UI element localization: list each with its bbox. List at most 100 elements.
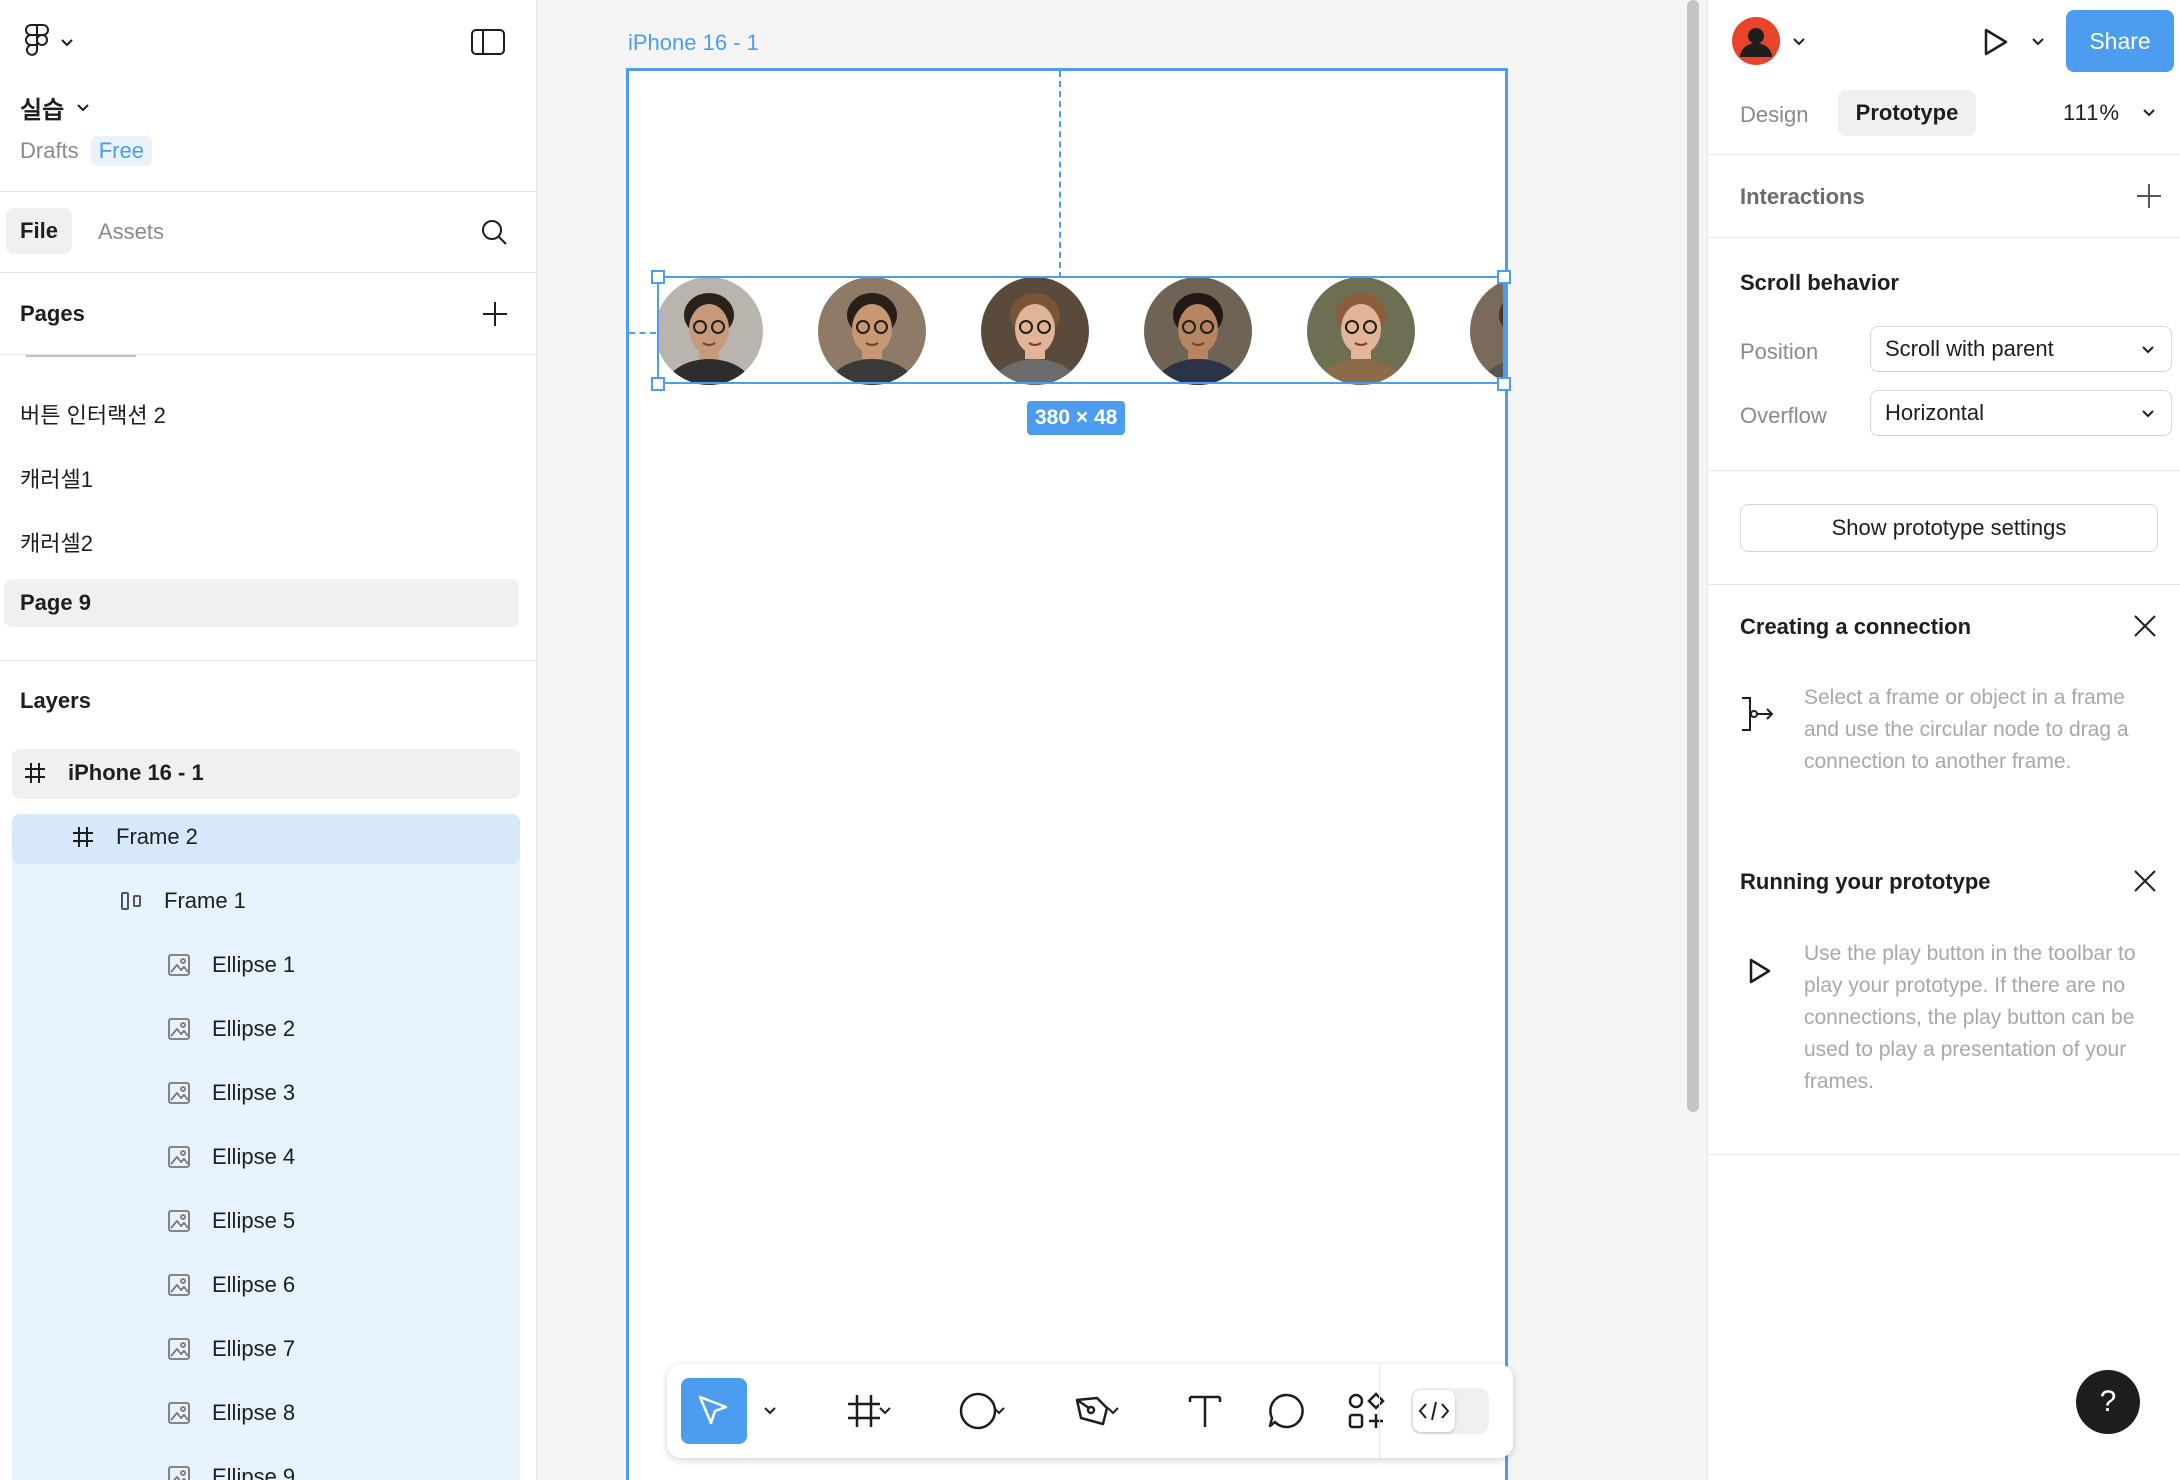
resize-handle-bottom-left[interactable] — [651, 377, 665, 391]
zoom-level: 111% — [2063, 100, 2121, 125]
cursor-arrow-icon — [698, 1395, 728, 1425]
plan-badge[interactable]: Free — [90, 136, 152, 166]
dev-mode-knob — [1413, 1390, 1455, 1432]
running-prototype-title: Running your prototype — [1740, 869, 1991, 894]
overflow-value: Horizontal — [1885, 400, 1985, 425]
add-interaction-icon[interactable] — [2136, 183, 2162, 209]
zoom-menu[interactable]: 111% — [2063, 100, 2156, 126]
page-list: 버튼 인터랙션 2 캐러셀1 캐러셀2 Page 9 — [0, 355, 536, 660]
scroll-behavior-title: Scroll behavior — [1740, 270, 1899, 295]
image-icon — [168, 1210, 190, 1232]
user-menu[interactable] — [1732, 17, 1812, 65]
close-icon[interactable] — [2133, 614, 2157, 638]
close-icon[interactable] — [2133, 869, 2157, 893]
creating-connection-title: Creating a connection — [1740, 614, 1972, 639]
dev-mode-toggle[interactable] — [1411, 1388, 1489, 1434]
layer-name: Ellipse 4 — [212, 1144, 296, 1169]
pages-title: Pages — [20, 301, 85, 326]
tab-file-label: File — [20, 218, 58, 243]
frame-tool-icon[interactable] — [847, 1394, 881, 1428]
play-icon — [1749, 958, 1771, 984]
chevron-down-icon[interactable] — [878, 1406, 892, 1416]
position-value: Scroll with parent — [1885, 336, 2054, 361]
page-item-partial — [26, 355, 136, 357]
divider — [0, 191, 536, 192]
chevron-down-icon — [2142, 346, 2154, 354]
chevron-down-icon[interactable] — [2031, 37, 2045, 47]
layer-row[interactable]: Ellipse 1 — [168, 952, 295, 978]
image-icon — [168, 1402, 190, 1424]
selection-size-text: 380 × 48 — [1035, 406, 1118, 429]
help-button[interactable]: ? — [2076, 1370, 2140, 1434]
image-icon — [168, 954, 190, 976]
add-page-icon[interactable] — [482, 301, 508, 327]
chevron-down-icon — [2143, 109, 2155, 117]
search-icon[interactable] — [480, 218, 508, 246]
layer-row[interactable]: Ellipse 9 — [168, 1464, 295, 1480]
show-prototype-settings-button[interactable]: Show prototype settings — [1740, 504, 2158, 552]
selection-box — [657, 276, 1505, 384]
file-name-button[interactable]: 실습 — [20, 90, 90, 125]
auto-layout-horizontal-icon — [121, 892, 141, 910]
resize-handle-bottom-right[interactable] — [1497, 377, 1511, 391]
frame-label[interactable]: iPhone 16 - 1 — [628, 30, 759, 56]
selection-size-badge: 380 × 48 — [1027, 401, 1126, 435]
canvas-scrollbar[interactable] — [1687, 0, 1699, 1112]
chevron-down-icon[interactable] — [992, 1406, 1006, 1416]
tab-prototype[interactable]: Prototype — [1838, 90, 1976, 136]
resize-handle-top-left[interactable] — [651, 270, 665, 284]
image-icon — [168, 1082, 190, 1104]
text-tool-icon[interactable] — [1187, 1393, 1223, 1429]
layer-name: Ellipse 9 — [212, 1464, 296, 1480]
layer-name: Ellipse 6 — [212, 1272, 296, 1297]
vertical-guide — [1059, 71, 1061, 278]
chevron-down-icon[interactable] — [1106, 1406, 1120, 1416]
layer-row[interactable]: Ellipse 8 — [168, 1400, 295, 1426]
tab-file[interactable]: File — [6, 208, 72, 254]
position-select[interactable]: Scroll with parent — [1870, 326, 2172, 372]
iphone-frame[interactable]: 380 × 48 — [626, 68, 1511, 1480]
tab-assets[interactable]: Assets — [98, 219, 164, 245]
sidebar-toggle-icon[interactable] — [471, 29, 505, 55]
right-panel: Share Design Prototype 111% Interactions… — [1707, 0, 2180, 1480]
page-item[interactable]: 버튼 인터랙션 2 — [20, 398, 166, 430]
file-location: Drafts Free — [20, 136, 152, 166]
layer-row[interactable]: Frame 2 — [72, 824, 198, 850]
canvas[interactable]: iPhone 16 - 1 380 × 48 — [537, 0, 1707, 1480]
present-play-icon[interactable] — [1982, 27, 2010, 57]
comment-tool-icon[interactable] — [1267, 1392, 1305, 1430]
divider — [1708, 1154, 2180, 1155]
toolbar-divider — [1379, 1364, 1380, 1458]
page-item[interactable]: 캐러셀2 — [20, 526, 93, 558]
layer-name: Frame 1 — [164, 888, 246, 913]
share-button[interactable]: Share — [2066, 10, 2174, 72]
layer-name: Ellipse 1 — [212, 952, 296, 977]
running-prototype-text: Use the play button in the toolbar to pl… — [1804, 942, 2136, 1093]
layer-row[interactable]: Ellipse 7 — [168, 1336, 295, 1362]
main-menu-button[interactable] — [22, 22, 80, 62]
resize-handle-top-right[interactable] — [1497, 270, 1511, 284]
layer-row[interactable]: iPhone 16 - 1 — [24, 760, 204, 786]
overflow-select[interactable]: Horizontal — [1870, 390, 2172, 436]
layer-row[interactable]: Ellipse 4 — [168, 1144, 295, 1170]
tab-design[interactable]: Design — [1740, 102, 1808, 128]
layer-row[interactable]: Ellipse 6 — [168, 1272, 295, 1298]
creating-connection-text: Select a frame or object in a frame and … — [1804, 686, 2129, 773]
interactions-title: Interactions — [1740, 184, 1865, 209]
image-icon — [168, 1338, 190, 1360]
layer-name: iPhone 16 - 1 — [68, 760, 204, 785]
bottom-toolbar — [667, 1364, 1513, 1458]
page-item-selected[interactable]: Page 9 — [4, 579, 519, 627]
drafts-link[interactable]: Drafts — [20, 138, 79, 164]
show-prototype-settings-label: Show prototype settings — [1831, 515, 2067, 540]
page-item-label: Page 9 — [20, 590, 91, 615]
layer-row[interactable]: Frame 1 — [120, 888, 246, 914]
layer-row[interactable]: Ellipse 2 — [168, 1016, 295, 1042]
page-item[interactable]: 캐러셀1 — [20, 462, 93, 494]
move-tool-button[interactable] — [681, 1378, 747, 1444]
layer-row[interactable]: Ellipse 5 — [168, 1208, 295, 1234]
layer-row[interactable]: Ellipse 3 — [168, 1080, 295, 1106]
chevron-down-icon[interactable] — [763, 1406, 777, 1416]
chevron-down-icon — [1793, 38, 1805, 46]
file-name: 실습 — [20, 97, 65, 124]
